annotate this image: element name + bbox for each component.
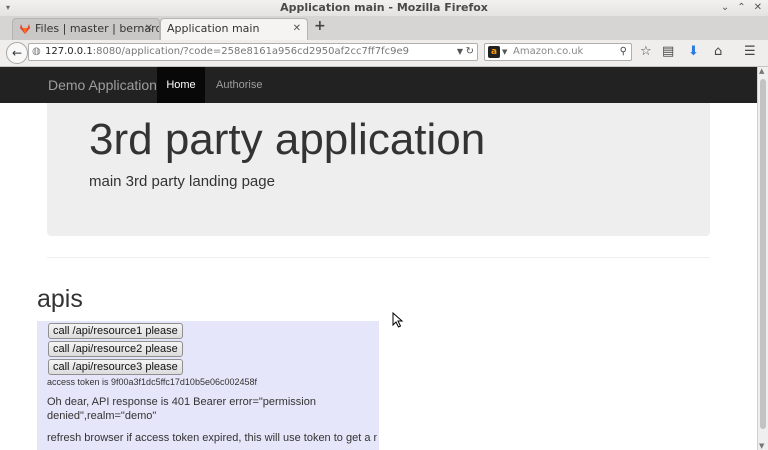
url-host: 127.0.0.1 — [45, 46, 93, 57]
amazon-icon: a — [488, 46, 500, 58]
page-title: 3rd party application — [89, 115, 486, 164]
access-token-text: access token is 9f00a3f1dc5ffc17d10b5e06… — [47, 377, 257, 387]
gitlab-icon — [20, 24, 30, 34]
nav-authorise[interactable]: Authorise — [216, 67, 262, 103]
jumbotron: 3rd party application main 3rd party lan… — [47, 103, 710, 236]
tab-application-main[interactable]: Application main ✕ — [160, 18, 308, 40]
tab-label: Application main — [167, 22, 260, 35]
api-response-text: Oh dear, API response is 401 Bearer erro… — [47, 396, 316, 422]
tab-label: Files | master | bernard... — [35, 22, 160, 35]
back-button[interactable]: ← — [6, 42, 28, 64]
page-subtitle: main 3rd party landing page — [89, 173, 275, 190]
reading-list-icon[interactable]: ▤ — [662, 45, 674, 59]
mouse-pointer-icon — [392, 312, 404, 328]
home-icon[interactable]: ⌂ — [714, 45, 722, 59]
window-controls: ⌄ ⌃ ✕ — [721, 0, 762, 16]
scroll-down-icon[interactable]: ▼ — [759, 442, 764, 450]
page-content: Demo Application Home Authorise 3rd part… — [0, 67, 757, 450]
page-scrollbar[interactable]: ▲ ▼ — [757, 67, 768, 450]
nav-home[interactable]: Home — [157, 67, 205, 103]
call-resource3-button[interactable]: call /api/resource3 please — [48, 359, 183, 375]
tab-strip: Files | master | bernard... ✕ Applicatio… — [0, 16, 768, 41]
search-icon[interactable]: ⚲ — [620, 44, 627, 60]
url-bar[interactable]: ◍ 127.0.0.1:8080/application/?code=258e8… — [28, 43, 478, 61]
search-engine-dropdown-icon[interactable]: ▼ — [502, 44, 507, 60]
app-navbar: Demo Application Home Authorise — [0, 67, 757, 103]
divider — [47, 257, 710, 258]
apis-panel: call /api/resource1 please call /api/res… — [37, 321, 379, 450]
window-title: Application main - Mozilla Firefox — [280, 1, 488, 14]
scrollbar-thumb[interactable] — [760, 79, 766, 429]
tab-gitlab-files[interactable]: Files | master | bernard... ✕ — [12, 18, 160, 40]
maximize-icon[interactable]: ⌃ — [737, 0, 745, 16]
apis-heading: apis — [37, 285, 83, 313]
refresh-hint-text: refresh browser if access token expired,… — [47, 432, 377, 444]
search-placeholder: Amazon.co.uk — [513, 46, 584, 57]
search-bar[interactable]: a ▼ Amazon.co.uk ⚲ — [484, 43, 632, 61]
call-resource1-button[interactable]: call /api/resource1 please — [48, 323, 183, 339]
window-menu-icon[interactable]: ▾ — [6, 0, 10, 16]
new-tab-icon[interactable]: + — [314, 18, 326, 34]
close-tab-icon[interactable]: ✕ — [145, 19, 153, 39]
window-titlebar: ▾ Application main - Mozilla Firefox ⌄ ⌃… — [0, 0, 768, 16]
url-path: :8080/application/?code=258e8161a956cd29… — [92, 46, 409, 57]
url-dropdown-icon[interactable]: ▼ — [457, 44, 463, 60]
bookmark-star-icon[interactable]: ☆ — [640, 45, 652, 59]
minimize-icon[interactable]: ⌄ — [721, 0, 729, 16]
brand-link[interactable]: Demo Application — [48, 67, 157, 103]
menu-icon[interactable]: ☰ — [744, 45, 756, 59]
close-window-icon[interactable]: ✕ — [754, 0, 762, 16]
globe-icon: ◍ — [32, 46, 41, 57]
download-icon[interactable]: ⬇ — [688, 45, 699, 59]
scroll-up-icon[interactable]: ▲ — [759, 67, 764, 75]
reload-icon[interactable]: ↻ — [466, 44, 474, 60]
call-resource2-button[interactable]: call /api/resource2 please — [48, 341, 183, 357]
close-tab-icon[interactable]: ✕ — [293, 19, 301, 39]
browser-toolbar: ← ◍ 127.0.0.1:8080/application/?code=258… — [0, 40, 768, 67]
